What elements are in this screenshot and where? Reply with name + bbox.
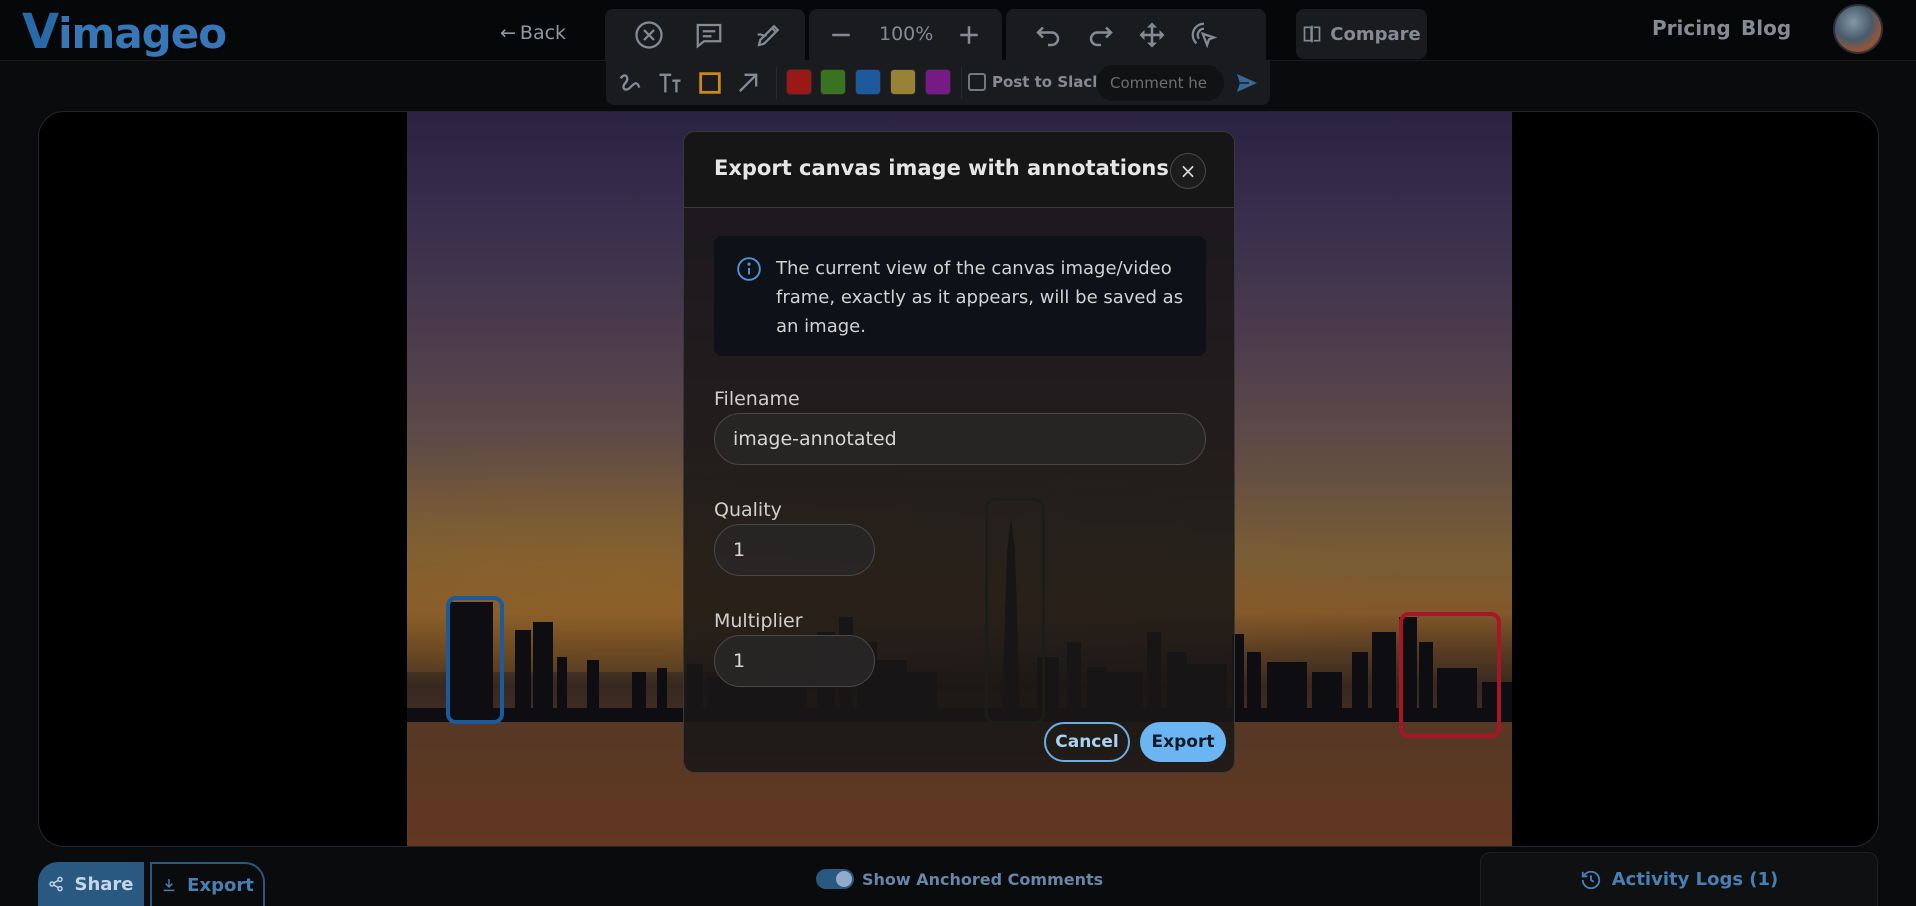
- quality-label: Quality: [714, 499, 782, 521]
- info-banner: The current view of the canvas image/vid…: [714, 236, 1206, 356]
- cancel-button[interactable]: Cancel: [1044, 722, 1130, 762]
- export-dialog: Export canvas image with annotations × T…: [683, 131, 1235, 773]
- info-icon: [737, 257, 761, 281]
- dialog-header: Export canvas image with annotations ×: [684, 132, 1234, 208]
- info-text: The current view of the canvas image/vid…: [776, 258, 1184, 337]
- close-icon: ×: [1179, 159, 1197, 183]
- close-button[interactable]: ×: [1170, 153, 1206, 189]
- multiplier-label: Multiplier: [714, 610, 803, 632]
- dialog-title: Export canvas image with annotations: [714, 156, 1169, 180]
- quality-input[interactable]: 1: [714, 524, 875, 576]
- filename-label: Filename: [714, 388, 800, 410]
- filename-input[interactable]: image-annotated: [714, 413, 1206, 465]
- confirm-export-button[interactable]: Export: [1140, 722, 1226, 762]
- multiplier-input[interactable]: 1: [714, 635, 875, 687]
